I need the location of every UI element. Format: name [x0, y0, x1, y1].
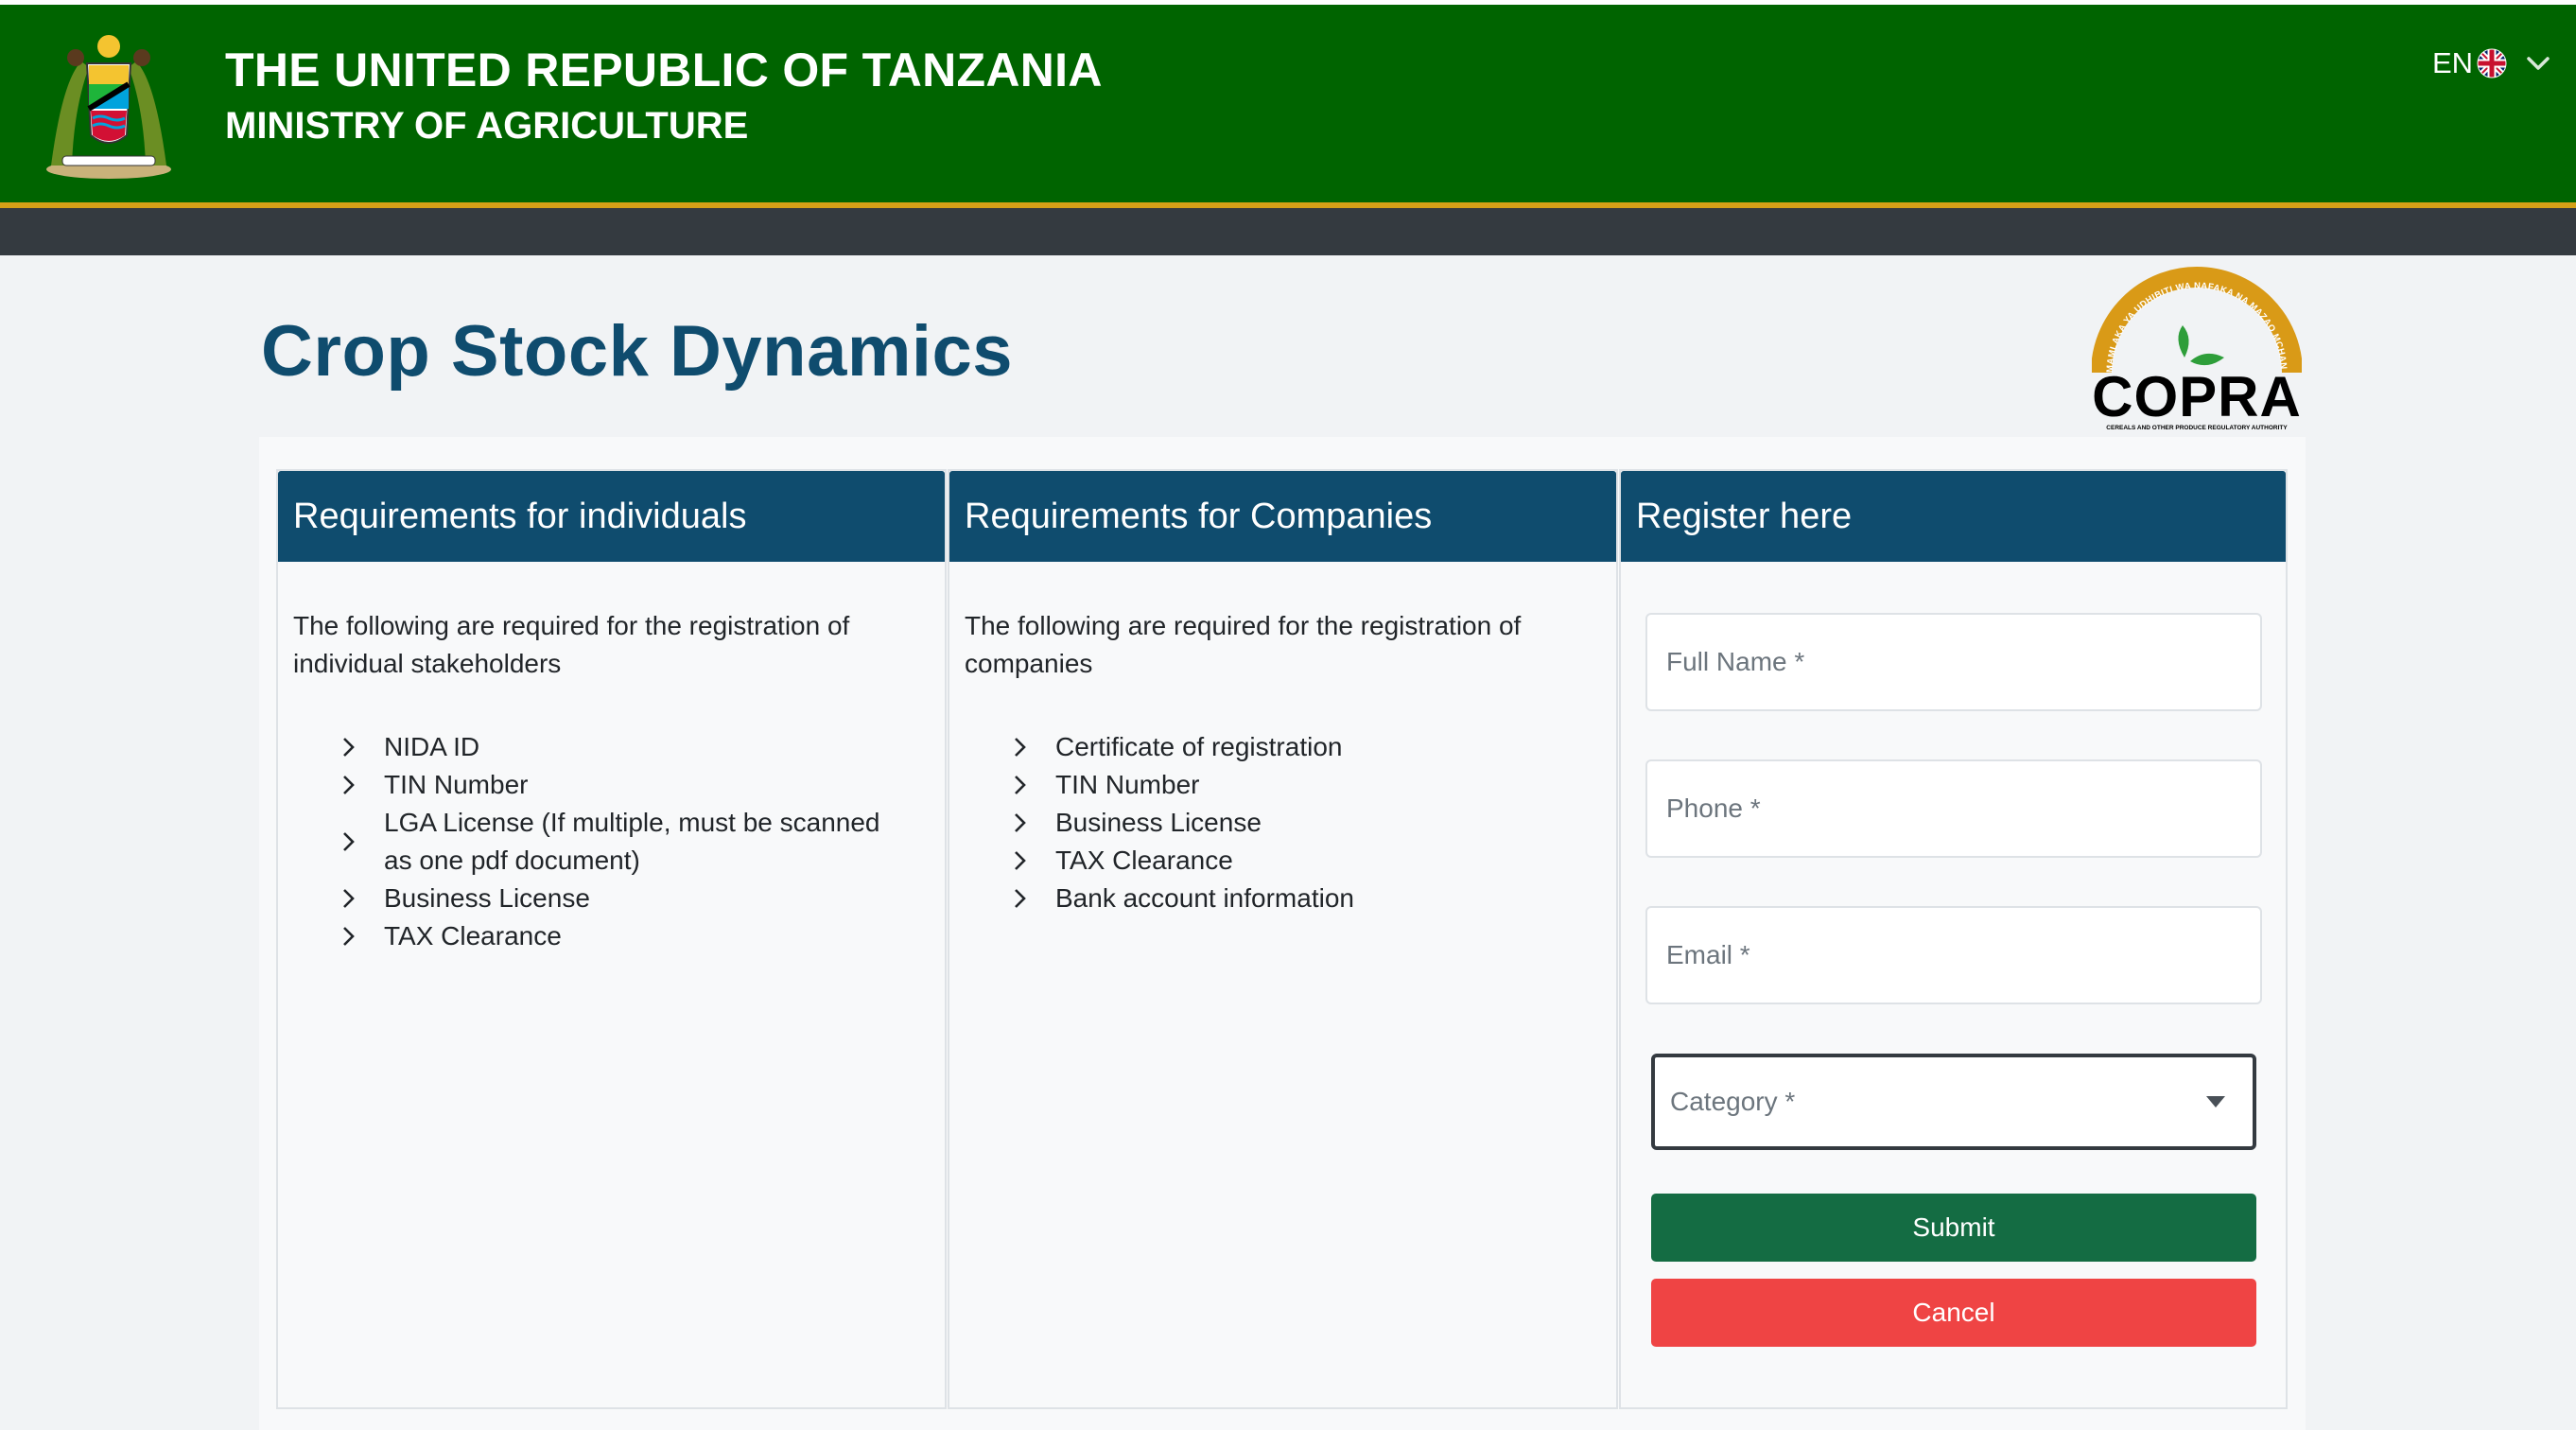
individuals-heading: Requirements for individuals — [278, 471, 945, 562]
submit-button[interactable]: Submit — [1651, 1194, 2256, 1262]
copra-logo: MAMLAKA YA UDHIBITI WA NAFAKA NA MAZAO M… — [2092, 267, 2302, 431]
companies-heading: Requirements for Companies — [949, 471, 1616, 562]
list-item: Certificate of registration — [1008, 728, 1575, 766]
uk-flag-icon — [2477, 48, 2507, 78]
individuals-card: Requirements for individuals The followi… — [276, 469, 947, 1409]
chevron-right-icon — [1015, 813, 1026, 832]
individuals-list: NIDA ID TIN Number LGA License (If multi… — [337, 728, 904, 955]
coat-of-arms-icon — [46, 35, 171, 179]
list-item: Bank account information — [1008, 880, 1575, 917]
list-item: TAX Clearance — [337, 917, 904, 955]
list-item: Business License — [337, 880, 904, 917]
email-input[interactable] — [1645, 906, 2262, 1004]
country-title: THE UNITED REPUBLIC OF TANZANIA — [225, 44, 1103, 96]
cancel-button[interactable]: Cancel — [1651, 1279, 2256, 1347]
full-name-input[interactable] — [1645, 613, 2262, 711]
list-item: TIN Number — [337, 766, 904, 804]
logo-wordmark: COPRA — [2092, 365, 2302, 428]
list-item: Business License — [1008, 804, 1575, 842]
register-card: Register here Category * Submit Cancel — [1619, 469, 2288, 1409]
chevron-right-icon — [343, 889, 355, 908]
chevron-right-icon — [1015, 776, 1026, 794]
logo-tagline: CEREALS AND OTHER PRODUCE REGULATORY AUT… — [2106, 425, 2288, 431]
page-title: Crop Stock Dynamics — [261, 311, 1014, 392]
site-header: THE UNITED REPUBLIC OF TANZANIA MINISTRY… — [0, 5, 2576, 202]
chevron-right-icon — [343, 832, 355, 851]
category-select[interactable]: Category * — [1651, 1054, 2256, 1150]
companies-card: Requirements for Companies The following… — [948, 469, 1618, 1409]
list-item: NIDA ID — [337, 728, 904, 766]
chevron-right-icon — [343, 776, 355, 794]
chevron-right-icon — [343, 738, 355, 757]
ministry-title: MINISTRY OF AGRICULTURE — [225, 105, 749, 147]
individuals-intro: The following are required for the regis… — [293, 611, 850, 678]
companies-list: Certificate of registration TIN Number B… — [1008, 728, 1575, 917]
list-item: TIN Number — [1008, 766, 1575, 804]
language-code: EN — [2432, 46, 2474, 79]
chevron-right-icon — [1015, 851, 1026, 870]
list-item: TAX Clearance — [1008, 842, 1575, 880]
chevron-right-icon — [1015, 889, 1026, 908]
list-item: LGA License (If multiple, must be scanne… — [337, 804, 904, 880]
chevron-right-icon — [1015, 738, 1026, 757]
category-placeholder: Category * — [1670, 1087, 1796, 1116]
register-heading: Register here — [1621, 471, 2286, 562]
chevron-right-icon — [343, 927, 355, 946]
caret-down-icon — [2206, 1096, 2225, 1107]
chevron-down-icon — [2527, 57, 2550, 70]
phone-input[interactable] — [1645, 759, 2262, 858]
nav-bar — [0, 208, 2576, 255]
companies-intro: The following are required for the regis… — [965, 611, 1522, 678]
language-selector[interactable]: EN — [2432, 44, 2550, 82]
